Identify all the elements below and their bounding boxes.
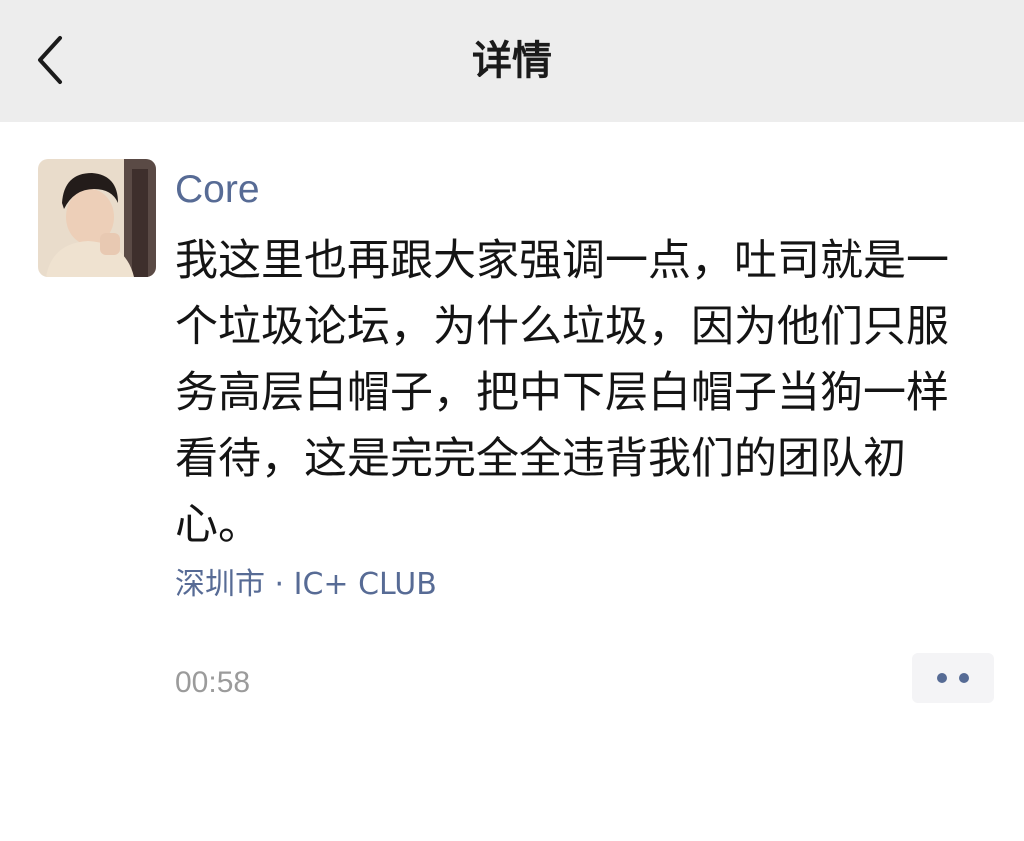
post-content: 我这里也再跟大家强调一点，吐司就是一个垃圾论坛，为什么垃圾，因为他们只服务高层白… bbox=[175, 236, 949, 550]
more-button[interactable] bbox=[912, 653, 994, 703]
navigation-bar: 详情 bbox=[0, 0, 1024, 122]
location-link[interactable]: 深圳市 · IC+ CLUB bbox=[175, 562, 437, 608]
page-title: 详情 bbox=[472, 38, 552, 84]
post-time: 00:58 bbox=[175, 666, 251, 699]
user-avatar bbox=[38, 159, 156, 277]
author-name[interactable]: Core bbox=[175, 160, 260, 220]
avatar[interactable] bbox=[38, 159, 156, 277]
